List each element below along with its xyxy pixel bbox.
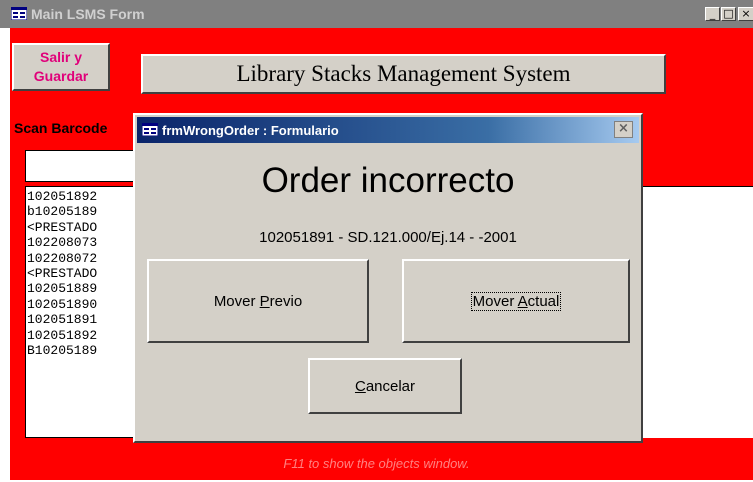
main-window-title: Main LSMS Form — [31, 6, 145, 22]
close-button[interactable]: × — [738, 7, 753, 21]
dialog-close-button[interactable]: × — [614, 121, 633, 138]
system-title-button[interactable]: Library Stacks Management System — [141, 54, 666, 94]
dialog-title: frmWrongOrder : Formulario — [162, 123, 339, 138]
mover-previo-button[interactable]: Mover Previo — [147, 259, 369, 343]
item-info: 102051891 - SD.121.000/Ej.14 - -2001 — [259, 229, 517, 246]
maximize-button[interactable]: □ — [721, 7, 736, 21]
result-panel[interactable] — [640, 186, 753, 438]
cancelar-button[interactable]: Cancelar — [308, 358, 462, 414]
mover-actual-button[interactable]: Mover Actual — [402, 259, 630, 343]
dialog-titlebar[interactable]: frmWrongOrder : Formulario × — [137, 117, 639, 143]
window-left-edge — [0, 28, 10, 482]
minimize-button[interactable]: _ — [705, 7, 720, 21]
form-icon — [142, 123, 158, 136]
wrong-order-dialog: frmWrongOrder : Formulario × Order incor… — [133, 113, 643, 443]
mover-actual-label: Mover Actual — [470, 291, 562, 311]
main-window-titlebar[interactable]: Main LSMS Form _ □ × — [0, 0, 753, 28]
salir-guardar-label: Salir y Guardar — [33, 49, 89, 84]
scan-barcode-label: Scan Barcode — [14, 120, 108, 136]
dialog-heading: Order incorrecto — [261, 161, 515, 200]
mover-previo-label: Mover Previo — [213, 292, 303, 310]
f11-hint: F11 to show the objects window. — [283, 456, 470, 471]
form-icon — [11, 7, 27, 20]
salir-guardar-button[interactable]: Salir y Guardar — [12, 43, 110, 91]
system-title-label: Library Stacks Management System — [236, 61, 571, 86]
cancelar-label: Cancelar — [354, 377, 416, 395]
